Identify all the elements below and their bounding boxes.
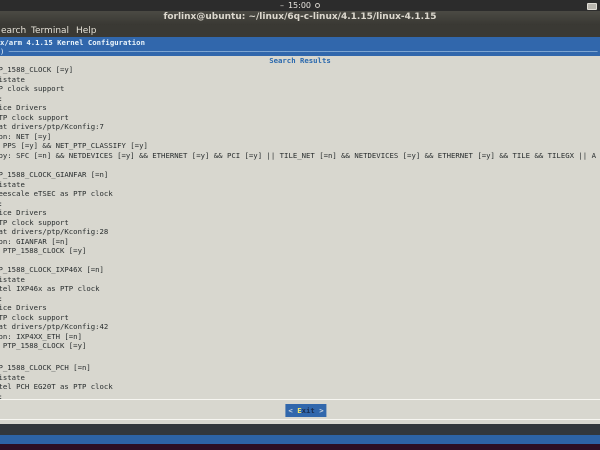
menu-help[interactable]: Help xyxy=(76,26,97,36)
background-window-strip xyxy=(0,424,600,435)
backtitle-rule: ) ──────────────────────────────────────… xyxy=(0,47,597,56)
exit-button-close-bracket: > xyxy=(315,406,324,415)
search-result-ptp-1588-clock-gianfar: P_1588_CLOCK_GIANFAR [=n] istate eescale… xyxy=(0,170,113,256)
search-result-ptp-1588-clock: P_1588_CLOCK [=y] istate P clock support… xyxy=(0,65,596,160)
terminal-menubar: earch Terminal Help xyxy=(0,25,600,37)
desktop-top-panel: – 15:00 xyxy=(0,0,600,11)
exit-button-label: xit xyxy=(302,406,315,415)
menu-terminal[interactable]: Terminal xyxy=(31,26,69,36)
search-result-ptp-1588-clock-pch: P_1588_CLOCK_PCH [=n] istate tel PCH EG2… xyxy=(0,363,113,401)
desktop-wallpaper-strip xyxy=(0,444,600,450)
indicator-icon: – xyxy=(280,0,284,11)
rule-dashes: ────────────────────────────────────────… xyxy=(9,47,598,56)
kernel-config-backtitle: x/arm 4.1.15 Kernel Configuration xyxy=(0,38,145,47)
dialog-bottom-line xyxy=(0,419,600,420)
search-result-ptp-1588-clock-ixp46x: P_1588_CLOCK_IXP46X [=n] istate tel IXP4… xyxy=(0,265,108,351)
background-titlebar-strip xyxy=(0,435,600,444)
menu-search[interactable]: earch xyxy=(1,26,26,36)
exit-button-open-bracket: < xyxy=(288,406,297,415)
terminal-titlebar: forlinx@ubuntu: ~/linux/6q-c-linux/4.1.1… xyxy=(0,11,600,25)
ncurses-backdrop: x/arm 4.1.15 Kernel Configuration ) ────… xyxy=(0,37,600,56)
panel-clock-area[interactable]: – 15:00 xyxy=(0,0,600,11)
battery-icon[interactable] xyxy=(587,3,597,10)
gear-icon xyxy=(315,3,320,8)
exit-button[interactable]: < Exit > xyxy=(285,404,326,417)
window-title: forlinx@ubuntu: ~/linux/6q-c-linux/4.1.1… xyxy=(0,12,600,22)
search-results-title: Search Results xyxy=(0,56,600,65)
rule-prefix: ) xyxy=(0,47,9,56)
clock: 15:00 xyxy=(288,1,311,10)
button-separator-line xyxy=(0,399,600,400)
menuconfig-screen: x/arm 4.1.15 Kernel Configuration ) ────… xyxy=(0,37,600,424)
